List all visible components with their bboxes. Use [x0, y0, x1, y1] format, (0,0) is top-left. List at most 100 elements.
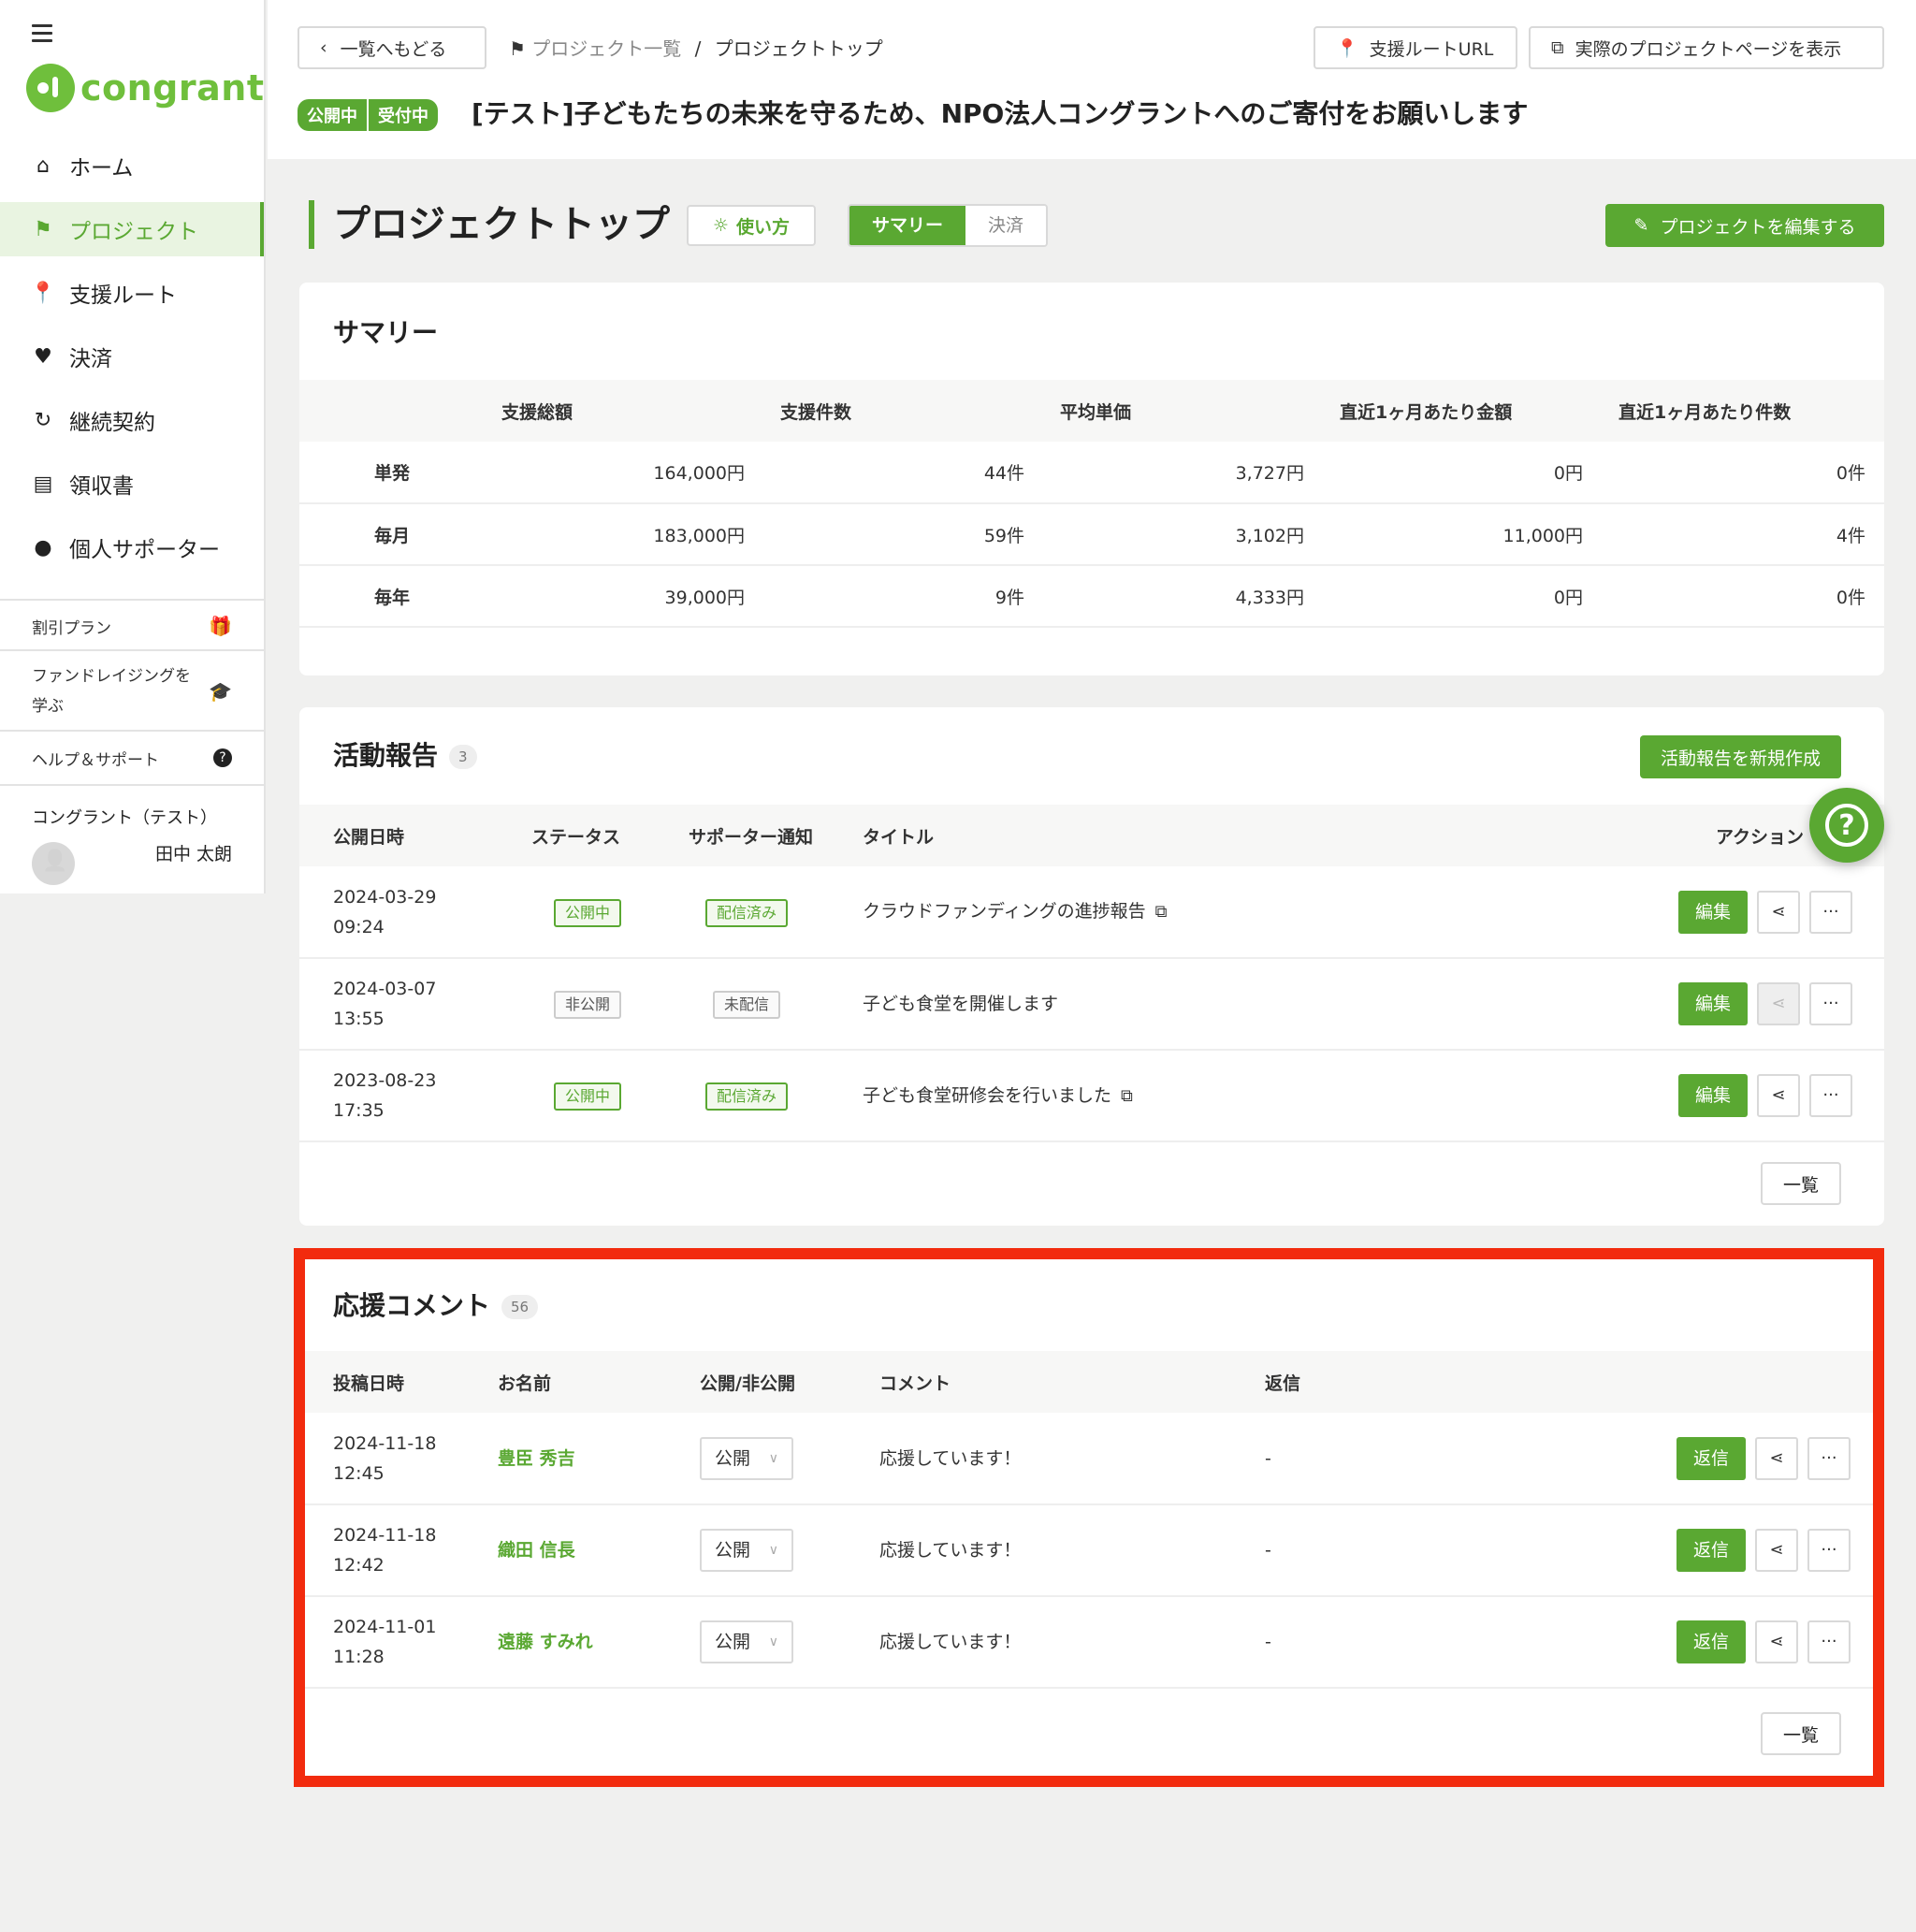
- sidebar-discount-plan[interactable]: 割引プラン 🎁: [0, 599, 264, 651]
- share-icon[interactable]: ⋖: [1757, 890, 1800, 934]
- activity-table: 公開日時 ステータス サポーター通知 タイトル アクション 2024-03-29…: [299, 805, 1884, 1142]
- external-link-icon[interactable]: ⧉: [1121, 1086, 1133, 1106]
- status-badge-accepting: 受付中: [369, 99, 438, 131]
- sidebar: congrant ⌂ ホーム ⚑ プロジェクト 📍 支援ルート ♥ 決済 ↻ 継続契約 ▤…: [0, 0, 266, 893]
- more-icon[interactable]: ···: [1807, 1620, 1851, 1663]
- comment-cell: 応援しています！: [848, 1413, 1233, 1505]
- sidebar-item-home[interactable]: ⌂ ホーム: [0, 138, 264, 193]
- post-date: 2024-11-01: [333, 1617, 437, 1637]
- summary-col-header: 支援件数: [763, 380, 1043, 442]
- publish-date: 2024-03-29: [333, 886, 437, 908]
- comments-list-button[interactable]: 一覧: [1761, 1712, 1841, 1755]
- howto-label: 使い方: [736, 216, 791, 238]
- summary-row-label: 単発: [299, 442, 485, 504]
- sidebar-item-route[interactable]: 📍 支援ルート: [0, 266, 264, 320]
- status-badge: 公開中: [554, 1082, 622, 1111]
- external-link-icon[interactable]: ⧉: [1155, 902, 1168, 922]
- summary-col-header: 支援総額: [485, 380, 763, 442]
- breadcrumb-parent-link[interactable]: プロジェクト一覧: [531, 37, 681, 60]
- logo-mark-icon: [26, 64, 75, 112]
- commenter-cell: 豊臣 秀吉: [466, 1413, 668, 1505]
- back-label: 一覧へもどる: [340, 38, 447, 60]
- more-icon[interactable]: ···: [1809, 1074, 1852, 1117]
- route-url-button[interactable]: 📍 支援ルートURL: [1314, 26, 1517, 69]
- share-icon[interactable]: ⋖: [1755, 1620, 1798, 1663]
- report-title-cell: クラウドファンディングの進捗報告 ⧉: [846, 866, 1604, 959]
- chevron-down-icon: ∨: [768, 1634, 778, 1649]
- summary-cell: 183,000円: [485, 503, 763, 566]
- report-title-link[interactable]: 子ども食堂研修会を行いました: [863, 1085, 1111, 1106]
- summary-cell: 59件: [763, 503, 1043, 566]
- table-row: 単発 164,000円 44件 3,727円 0円 0件: [299, 442, 1884, 504]
- more-icon[interactable]: ···: [1809, 890, 1852, 934]
- col-header: 返信: [1233, 1351, 1617, 1413]
- sidebar-item-supporter[interactable]: ● 個人サポーター: [0, 520, 264, 574]
- notify-cell: 未配信: [659, 958, 846, 1051]
- reply-button[interactable]: 返信: [1676, 1436, 1746, 1480]
- sidebar-item-label: 決済: [69, 347, 112, 371]
- tab-payment[interactable]: 決済: [965, 206, 1047, 245]
- edit-project-button[interactable]: ✎ プロジェクトを編集する: [1605, 204, 1884, 247]
- more-icon[interactable]: ···: [1807, 1529, 1851, 1572]
- commenter-name-link[interactable]: 遠藤 すみれ: [498, 1632, 593, 1652]
- status-cell: 公開中: [498, 866, 659, 959]
- summary-col-header: 直近1ヶ月あたり件数: [1602, 380, 1884, 442]
- summary-cell: 39,000円: [485, 565, 763, 628]
- sidebar-learn-fundraising[interactable]: ファンドレイジングを学ぶ 🎓: [0, 649, 264, 732]
- reply-button[interactable]: 返信: [1676, 1529, 1746, 1572]
- logo[interactable]: congrant: [26, 64, 265, 112]
- action-cell: 編集 ⋖ ···: [1604, 958, 1884, 1051]
- visibility-value: 公開: [715, 1632, 751, 1652]
- summary-cell: 4件: [1602, 503, 1884, 566]
- edit-button[interactable]: 編集: [1677, 890, 1748, 934]
- table-row: 2024-11-18 12:42 織田 信長 公開 ∨ 応援しています！ - 返信 ⋖…: [299, 1504, 1884, 1597]
- action-cell: 返信 ⋖ ···: [1617, 1504, 1884, 1597]
- more-icon[interactable]: ···: [1807, 1436, 1851, 1480]
- summary-cell: 44件: [763, 442, 1043, 504]
- share-icon[interactable]: ⋖: [1755, 1529, 1798, 1572]
- comments-card: 応援コメント 56 投稿日時 お名前 公開/非公開 コメント 返信 2024-11…: [299, 1248, 1884, 1787]
- activity-list-button[interactable]: 一覧: [1761, 1162, 1841, 1205]
- edit-project-label: プロジェクトを編集する: [1660, 216, 1856, 238]
- howto-button[interactable]: ☼ 使い方: [687, 205, 816, 246]
- visibility-cell: 公開 ∨: [668, 1596, 848, 1689]
- col-header: 投稿日時: [299, 1351, 466, 1413]
- header: ‹ 一覧へもどる ⚑ プロジェクト一覧 / プロジェクトトップ 📍 支援ルートU…: [268, 0, 1916, 159]
- report-title-link[interactable]: クラウドファンディングの進捗報告: [863, 901, 1146, 922]
- share-icon[interactable]: ⋖: [1757, 1074, 1800, 1117]
- share-icon[interactable]: ⋖: [1755, 1436, 1798, 1480]
- visibility-select[interactable]: 公開 ∨: [700, 1436, 793, 1480]
- reply-button[interactable]: 返信: [1676, 1620, 1746, 1663]
- person-icon: ●: [34, 535, 52, 559]
- share-icon: ⋖: [1757, 982, 1800, 1025]
- sidebar-item-payment[interactable]: ♥ 決済: [0, 329, 264, 384]
- sidebar-item-label: 領収書: [69, 474, 134, 499]
- more-icon[interactable]: ···: [1809, 982, 1852, 1025]
- sidebar-sub-label: ヘルプ＆サポート: [32, 750, 159, 770]
- external-link-icon: ⧉: [1551, 37, 1564, 58]
- commenter-name-link[interactable]: 織田 信長: [498, 1540, 575, 1561]
- menu-icon[interactable]: [32, 24, 52, 42]
- sidebar-item-project[interactable]: ⚑ プロジェクト: [0, 202, 264, 256]
- view-project-page-button[interactable]: ⧉ 実際のプロジェクトページを表示: [1529, 26, 1884, 69]
- new-activity-report-button[interactable]: 活動報告を新規作成: [1639, 735, 1841, 778]
- summary-cell: 164,000円: [485, 442, 763, 504]
- gift-icon: 🎁: [209, 615, 232, 637]
- sidebar-item-label: 支援ルート: [69, 283, 177, 308]
- back-to-list-button[interactable]: ‹ 一覧へもどる: [298, 26, 486, 69]
- sidebar-help-support[interactable]: ヘルプ＆サポート ?: [0, 730, 264, 784]
- publish-datetime: 2024-03-07 13:55: [299, 958, 498, 1051]
- col-header: 公開/非公開: [668, 1351, 848, 1413]
- visibility-select[interactable]: 公開 ∨: [700, 1529, 793, 1572]
- edit-button[interactable]: 編集: [1677, 1074, 1748, 1117]
- commenter-name-link[interactable]: 豊臣 秀吉: [498, 1448, 575, 1469]
- summary-cell: 9件: [763, 565, 1043, 628]
- visibility-select[interactable]: 公開 ∨: [700, 1620, 793, 1663]
- report-title-link[interactable]: 子ども食堂を開催します: [863, 994, 1058, 1014]
- summary-row-label: 毎月: [299, 503, 485, 566]
- tab-summary[interactable]: サマリー: [849, 206, 966, 245]
- sidebar-item-recurring[interactable]: ↻ 継続契約: [0, 393, 264, 447]
- sidebar-item-receipt[interactable]: ▤ 領収書: [0, 457, 264, 511]
- edit-button[interactable]: 編集: [1677, 982, 1748, 1025]
- help-fab[interactable]: ?: [1809, 788, 1884, 863]
